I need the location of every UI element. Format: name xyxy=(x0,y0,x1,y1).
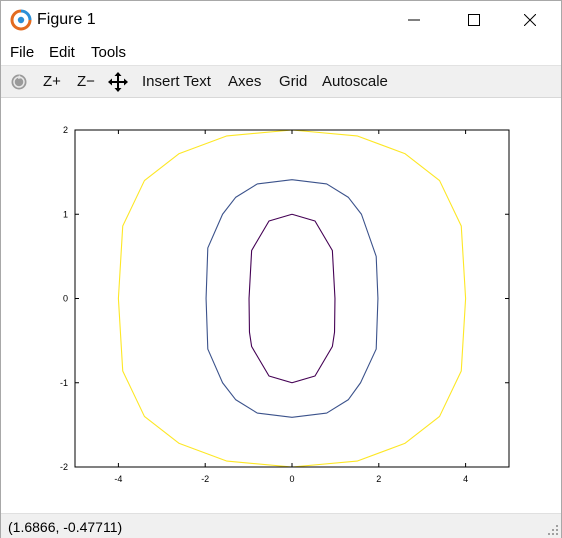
octave-app-icon xyxy=(10,9,32,31)
y-tick-label: 1 xyxy=(63,209,68,219)
menu-tools[interactable]: Tools xyxy=(91,44,126,61)
axes-button[interactable]: Axes xyxy=(228,73,261,90)
x-tick-label: 2 xyxy=(376,474,381,484)
x-tick-label: 0 xyxy=(289,474,294,484)
rotate-icon[interactable] xyxy=(9,72,29,92)
menu-bar: File Edit Tools xyxy=(1,39,561,65)
y-tick-label: 2 xyxy=(63,125,68,135)
cursor-coordinates: (1.6866, -0.47711) xyxy=(8,519,123,535)
y-tick-label: -2 xyxy=(60,462,68,472)
status-bar: (1.6866, -0.47711) xyxy=(1,513,561,538)
pan-icon[interactable] xyxy=(108,72,128,92)
maximize-button[interactable] xyxy=(451,1,497,39)
title-bar[interactable]: Figure 1 xyxy=(1,1,561,39)
close-icon xyxy=(524,14,536,26)
x-tick-label: -4 xyxy=(114,474,122,484)
autoscale-button[interactable]: Autoscale xyxy=(322,73,388,90)
contour-line-level-4 xyxy=(117,129,467,468)
y-tick-label: 0 xyxy=(63,294,68,304)
menu-file[interactable]: File xyxy=(10,44,34,61)
zoom-in-button[interactable]: Z+ xyxy=(43,73,61,90)
figure-window: Figure 1 File Edit Tools Z+ Z− Insert Te… xyxy=(0,0,562,538)
minimize-button[interactable] xyxy=(391,1,437,39)
minimize-icon xyxy=(408,19,420,21)
plot-canvas[interactable]: -4 -2 0 2 4 -2 -1 0 1 2 xyxy=(1,99,561,513)
x-tick-label: -2 xyxy=(201,474,209,484)
contour-line-level-1 xyxy=(248,213,336,384)
contour-line-level-2 xyxy=(205,179,379,418)
resize-grip-icon[interactable] xyxy=(545,522,559,536)
x-tick-label: 4 xyxy=(463,474,468,484)
maximize-icon xyxy=(468,14,480,26)
grid-button[interactable]: Grid xyxy=(279,73,307,90)
close-button[interactable] xyxy=(507,1,553,39)
contour-plot[interactable]: -4 -2 0 2 4 -2 -1 0 1 2 xyxy=(1,99,561,513)
window-title: Figure 1 xyxy=(37,11,96,28)
zoom-out-button[interactable]: Z− xyxy=(77,73,95,90)
insert-text-button[interactable]: Insert Text xyxy=(142,73,211,90)
menu-edit[interactable]: Edit xyxy=(49,44,75,61)
axes-box xyxy=(74,129,510,468)
figure-toolbar: Z+ Z− Insert Text Axes Grid Autoscale xyxy=(1,65,561,98)
y-tick-label: -1 xyxy=(60,378,68,388)
